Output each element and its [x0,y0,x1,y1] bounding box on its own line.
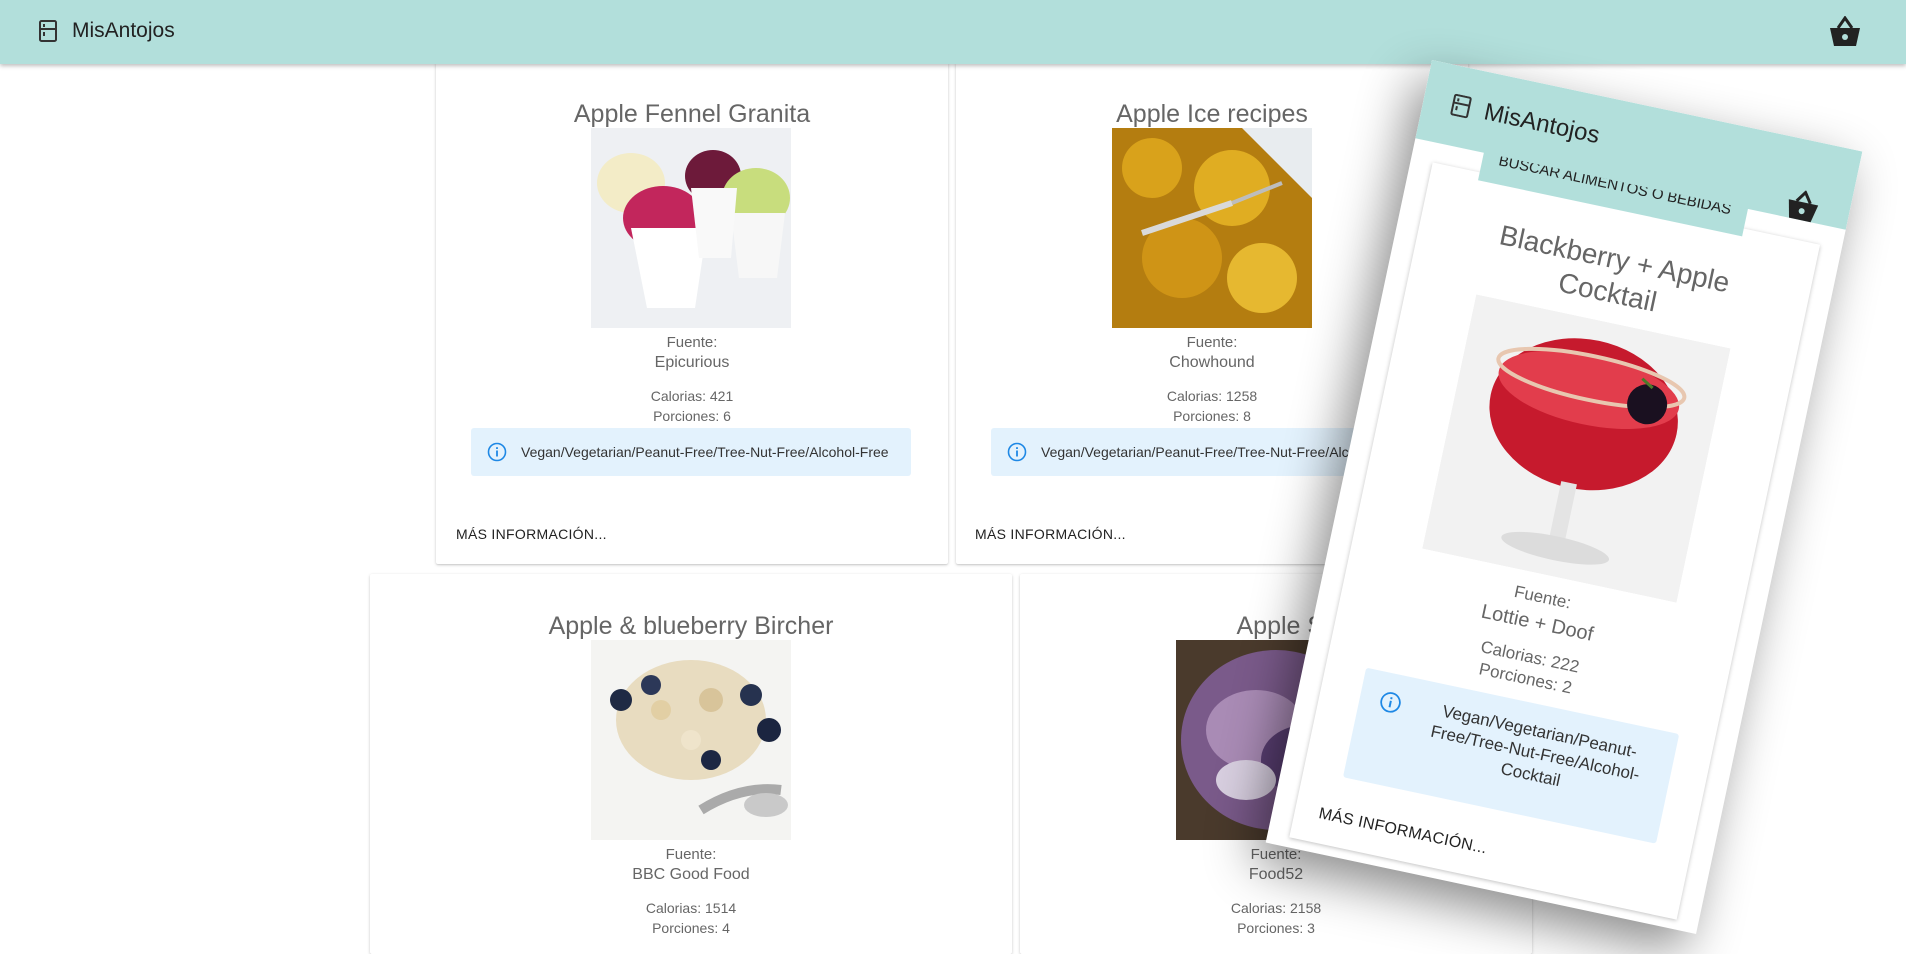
recipe-card: Apple & blueberry Bircher Fuente: BBC Go… [370,574,1012,954]
diet-tags-chip: Vegan/Vegetarian/Peanut-Free/Tree-Nut-Fr… [471,428,911,476]
recipe-title: Apple Fennel Granita [573,100,811,128]
recipe-image [1422,294,1731,603]
recipe-title: Apple Ice recipes [1116,100,1308,128]
source-label: Fuente: [666,334,718,351]
recipe-source: BBC Good Food [632,866,750,883]
recipe-title: Apple & blueberry Bircher [548,612,834,640]
info-icon [487,442,507,462]
more-info-button[interactable]: MÁS INFORMACIÓN... [1317,805,1488,858]
shopping-basket-icon[interactable] [1828,16,1862,48]
kitchen-icon[interactable] [1449,93,1473,119]
info-icon [1380,692,1401,713]
recipe-source: Epicurious [654,354,730,371]
app-bar: MisAntojos [0,0,1906,64]
recipe-image [1112,128,1312,328]
recipe-calories: Calorias: 2158 [1230,900,1322,916]
kitchen-icon[interactable] [38,20,58,42]
recipe-portions: Porciones: 4 [652,920,730,936]
recipe-portions: Porciones: 3 [1237,920,1315,936]
source-label: Fuente: [665,846,717,863]
more-info-button[interactable]: MÁS INFORMACIÓN... [975,526,1126,542]
recipe-card: Apple Fennel Granita Fuente: Epicurious … [436,62,948,564]
info-icon [1007,442,1027,462]
mobile-app-title[interactable]: MisAntojos [1481,98,1602,150]
shopping-basket-icon[interactable] [1783,187,1823,225]
recipe-image [591,128,791,328]
diet-tags: Vegan/Vegetarian/Peanut-Free/Tree-Nut-Fr… [1429,701,1642,791]
app-title[interactable]: MisAntojos [72,19,175,43]
diet-tags: Vegan/Vegetarian/Peanut-Free/Tree-Nut-Fr… [521,444,889,460]
recipe-portions: Porciones: 6 [653,408,731,424]
recipe-calories: Calorias: 1514 [645,900,737,916]
more-info-button[interactable]: MÁS INFORMACIÓN... [456,526,607,542]
recipe-calories: Calorias: 421 [650,388,734,404]
recipe-image [591,640,791,840]
